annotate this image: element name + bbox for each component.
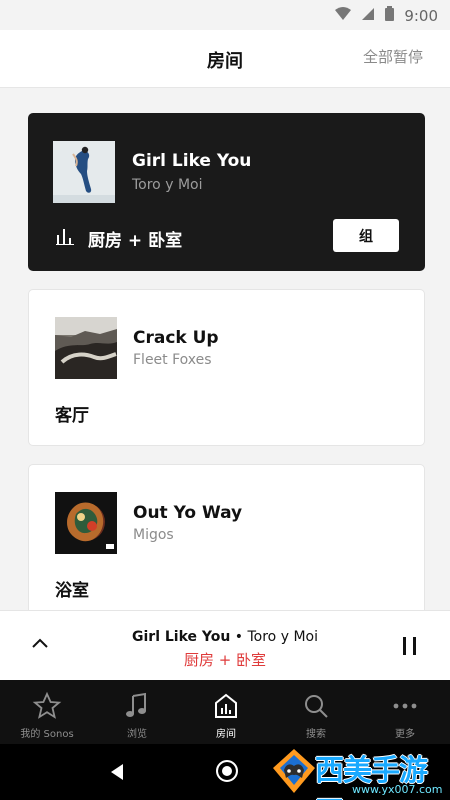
now-playing-title: Girl Like You [132,629,231,645]
pause-all-button[interactable]: 全部暂停 [363,46,423,67]
status-icons: 9:00 [335,6,438,25]
now-playing-bar[interactable]: Girl Like You • Toro y Moi 厨房 + 卧室 [0,610,450,680]
tab-label: 房间 [216,729,236,740]
cellular-signal-icon [361,6,375,25]
tab-browse[interactable]: 浏览 [92,680,182,744]
now-playing-separator: • [230,629,248,645]
tab-label: 搜索 [306,729,326,740]
home-button-icon[interactable] [216,760,238,782]
room-card-bathroom[interactable]: Out Yo Way Migos 浴室 [28,464,425,624]
room-name: 客厅 [55,406,89,426]
track-title: Girl Like You [132,151,252,171]
room-card-kitchen-bedroom[interactable]: Girl Like You Toro y Moi 厨房 + 卧室 组 [28,113,425,271]
room-name-row: 厨房 + 卧室 [56,226,182,251]
group-button[interactable]: 组 [333,219,399,252]
tab-label: 更多 [395,729,415,740]
battery-icon [385,6,395,25]
track-title: Out Yo Way [133,503,243,523]
tab-rooms[interactable]: 房间 [181,680,271,744]
tab-more[interactable]: 更多 [360,680,450,744]
home-icon [211,691,241,721]
equalizer-icon [56,228,74,249]
tab-label: 浏览 [127,729,147,740]
header: 房间 全部暂停 [0,30,450,88]
album-art-girl-like-you [53,141,115,203]
more-icon [390,691,420,721]
now-playing-track-line: Girl Like You • Toro y Moi [0,629,450,645]
now-playing-room: 厨房 + 卧室 [183,651,267,669]
bottom-tab-bar: 我的 Sonos 浏览 房间 搜索 更多 [0,680,450,744]
album-art-crack-up [55,317,117,379]
tab-search[interactable]: 搜索 [271,680,361,744]
track-artist: Migos [133,527,174,543]
watermark: 西美手游网 www.yx007.com [260,744,450,800]
tab-my-sonos[interactable]: 我的 Sonos [2,680,92,744]
watermark-url: www.yx007.com [352,783,443,796]
star-icon [32,691,62,721]
room-name: 厨房 + 卧室 [88,231,183,251]
search-icon [301,691,331,721]
gamepad-logo-icon [270,747,318,799]
tab-label: 我的 Sonos [20,729,74,740]
status-time: 9:00 [404,6,438,25]
wifi-icon [335,6,352,25]
status-bar: 9:00 [0,0,450,30]
music-note-icon [122,691,152,721]
pause-icon[interactable] [402,635,418,657]
room-name: 浴室 [55,581,89,601]
track-title: Crack Up [133,328,219,348]
back-icon[interactable] [108,762,126,786]
track-artist: Fleet Foxes [133,352,212,368]
track-artist: Toro y Moi [132,177,203,193]
album-art-out-yo-way [55,492,117,554]
now-playing-artist: Toro y Moi [247,629,318,645]
room-card-living-room[interactable]: Crack Up Fleet Foxes 客厅 [28,289,425,446]
